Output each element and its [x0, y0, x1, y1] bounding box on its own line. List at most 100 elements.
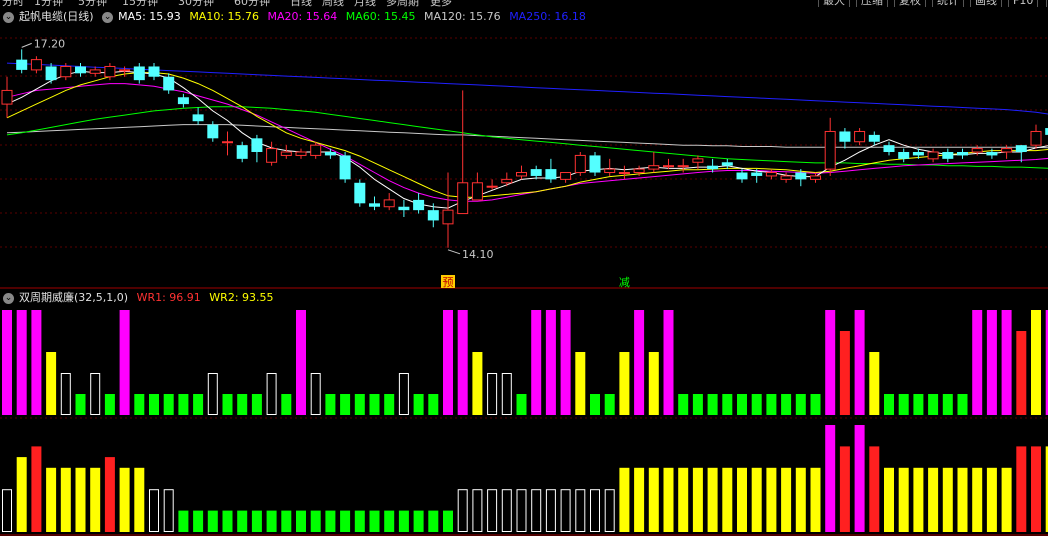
chevron-down-icon[interactable]: ⌄ [102, 11, 114, 23]
indicator-legend: ⌄ 双周期威廉(32,5,1,0) WR1: 96.91 WR2: 93.55 [0, 290, 279, 306]
candle-body [251, 138, 263, 152]
candle-body [589, 155, 601, 173]
candle-body [574, 154, 586, 174]
wr2-bar-47 [692, 467, 703, 532]
candle-63 [927, 148, 939, 163]
candle-56 [824, 117, 836, 176]
wr2-bar-70 [1031, 446, 1041, 532]
candle-9 [133, 63, 145, 84]
candle-body [148, 66, 160, 77]
wr1-bar-55 [810, 394, 821, 415]
wr2-bar-61 [898, 467, 909, 532]
candle-body [898, 152, 910, 159]
ma20-label: MA20: 15.64 [267, 10, 338, 23]
wr1-bar-68 [1001, 310, 1012, 415]
wr1-bar-60 [884, 394, 894, 415]
ma120-label: MA120: 15.76 [423, 10, 501, 23]
candle-body [427, 210, 439, 221]
candle-body [383, 199, 395, 208]
candle-body [89, 69, 101, 74]
candle-60 [883, 141, 895, 156]
wr1-bar-30 [443, 310, 453, 415]
wr2-bar-5 [75, 467, 86, 532]
ma120-line [6, 124, 1048, 149]
wr2-bar-64 [942, 467, 953, 532]
wr2-bar-24 [354, 510, 365, 532]
candle-36 [530, 165, 542, 180]
candle-24 [354, 179, 366, 207]
wr2-bar-23 [340, 510, 351, 532]
candle-body [736, 172, 748, 180]
candle-body [501, 178, 513, 184]
candle-body [663, 165, 674, 168]
wr1-bar-36 [531, 310, 542, 415]
chevron-down-icon[interactable]: ⌄ [3, 11, 14, 23]
wr2-bar-31 [457, 489, 468, 533]
wr2-bar-66 [972, 467, 983, 532]
candle-body [957, 152, 968, 156]
wr2-bar-45 [663, 467, 674, 532]
wr1-bar-50 [737, 394, 747, 415]
candle-28 [413, 193, 425, 214]
candle-body [339, 155, 351, 180]
candle-38 [560, 172, 572, 183]
wr1-bar-26 [384, 394, 395, 415]
marker-jian: 减 [619, 276, 630, 289]
candle-body [236, 145, 248, 159]
wr2-bar-63 [928, 467, 939, 532]
candle-23 [339, 152, 351, 183]
chevron-down-icon[interactable]: ⌄ [3, 292, 14, 304]
candle-body [442, 209, 454, 225]
grid-lines [0, 37, 1048, 536]
candle-body [133, 66, 145, 81]
marker-yu: 预 [443, 276, 454, 289]
candle-body [780, 175, 792, 180]
wr2-bar-10 [149, 489, 159, 533]
stock-chart[interactable]: 17.20 14.10 预 减 [0, 0, 1048, 536]
candle-body [398, 206, 410, 211]
candle-body [927, 151, 939, 160]
wr1-bar-40 [590, 394, 600, 415]
wr2-bar-3 [46, 467, 57, 532]
wr1-bar-21 [310, 373, 321, 415]
candle-40 [589, 152, 601, 176]
wr1-bar-25 [369, 394, 380, 415]
wr2-bar-32 [472, 489, 483, 533]
candle-15 [222, 131, 233, 156]
candle-44 [648, 152, 660, 173]
candle-body [324, 152, 336, 156]
wr2-bar-39 [575, 489, 586, 533]
candle-30 [442, 172, 454, 248]
wr2-bar-67 [986, 467, 997, 532]
wr2-bar-50 [737, 467, 747, 532]
high-pointer [21, 42, 32, 48]
candle-50 [736, 169, 748, 183]
wr2-bar-48 [707, 467, 718, 532]
wr1-bar-15 [222, 394, 233, 415]
candle-45 [663, 158, 674, 170]
indicator-title: 双周期威廉(32,5,1,0) [19, 291, 129, 304]
candle-11 [163, 73, 175, 94]
wr1-bar-39 [575, 352, 586, 415]
ma5-label: MA5: 15.93 [118, 10, 181, 23]
candle-body [222, 141, 233, 144]
wr1-bar-65 [957, 394, 968, 415]
wr2-bar-13 [193, 510, 204, 532]
wr1-bar-22 [325, 394, 336, 415]
wr1-bar-4 [60, 373, 71, 415]
candle-body [280, 151, 292, 156]
wr1-bar-56 [825, 310, 836, 415]
wr1-bar-69 [1016, 331, 1027, 415]
candle-body [1, 89, 13, 105]
wr1-bar-7 [104, 394, 115, 415]
candle-body [1030, 130, 1042, 146]
candle-body [721, 162, 733, 166]
candle-body [868, 134, 880, 142]
candle-10 [148, 63, 160, 81]
wr1-bar-32 [472, 352, 483, 415]
candle-35 [516, 165, 527, 180]
wr2-bar-36 [531, 489, 542, 533]
wr2-bar-18 [266, 510, 277, 532]
wr2-bar-49 [722, 467, 733, 532]
candle-body [707, 165, 719, 170]
